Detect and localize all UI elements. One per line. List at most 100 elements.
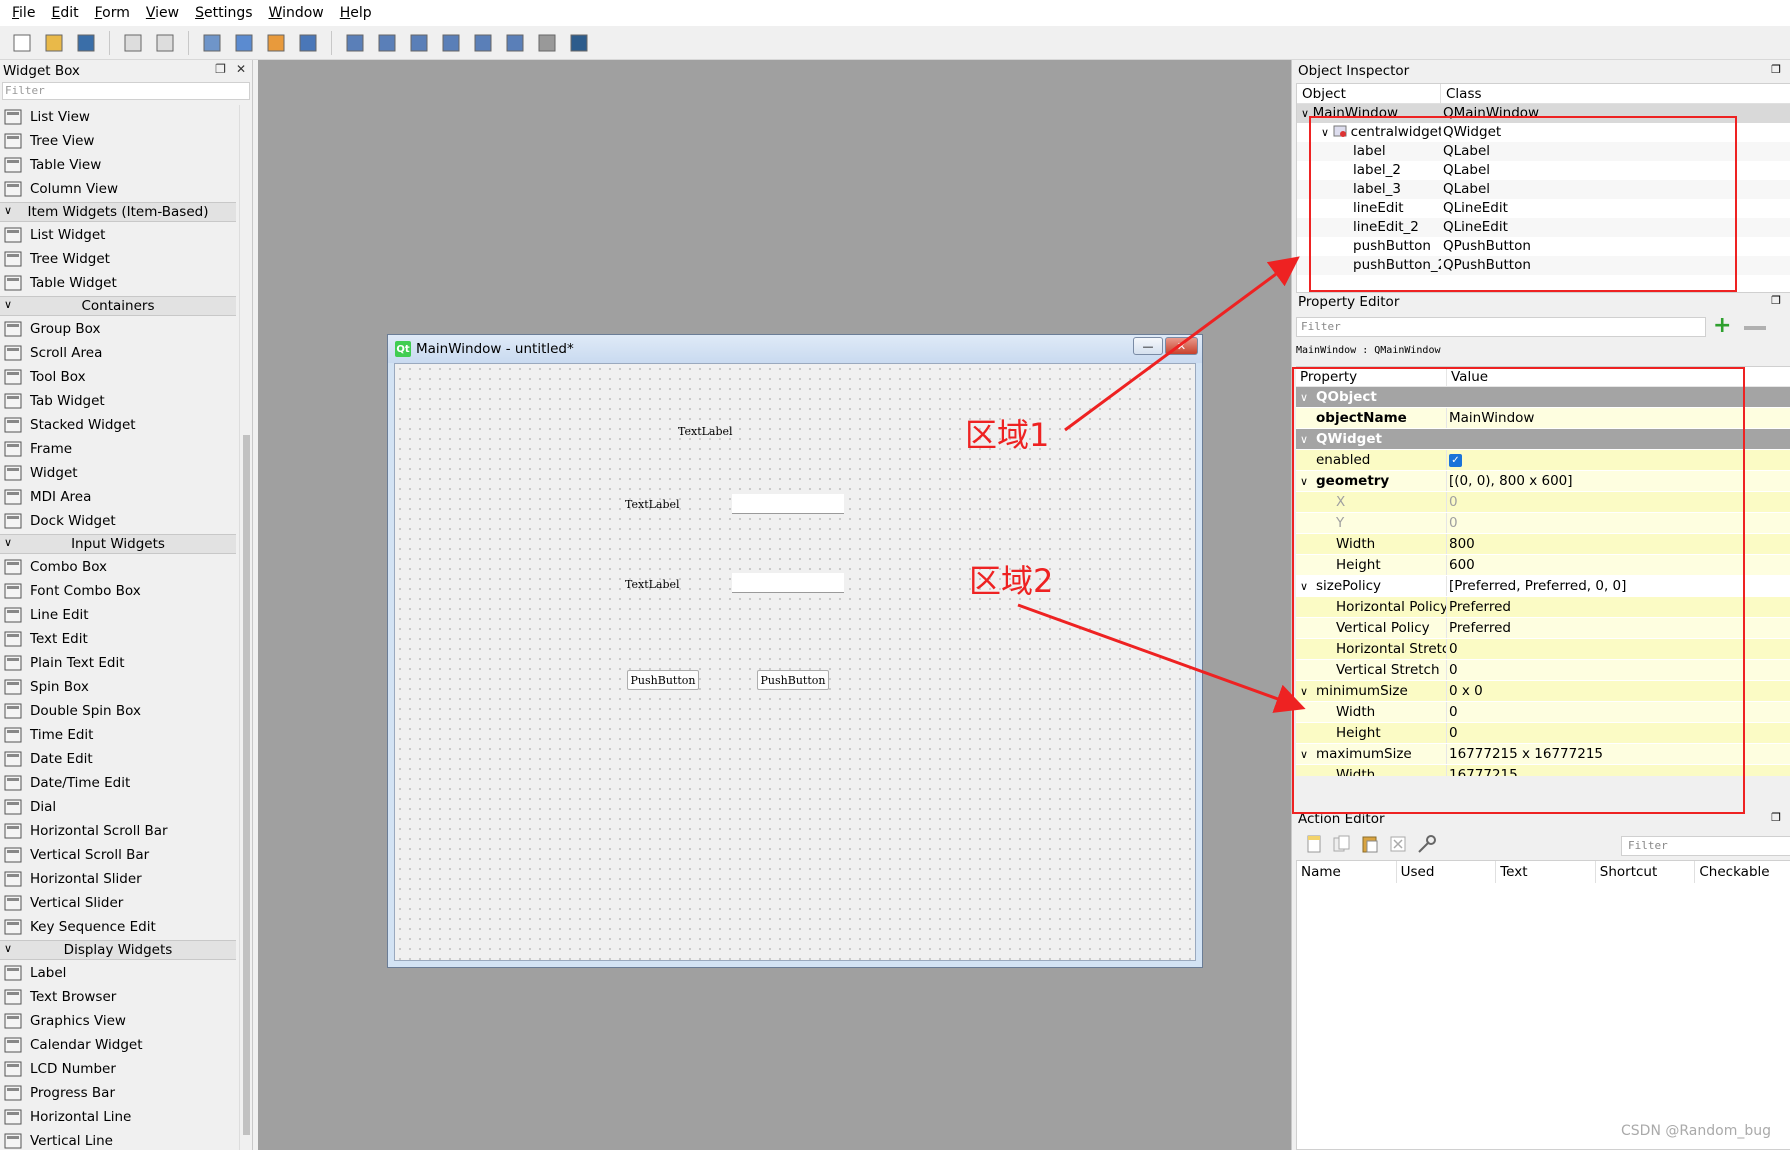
column-header-class[interactable]: Class bbox=[1441, 84, 1482, 103]
widget-box-item[interactable]: LCD Number bbox=[0, 1057, 236, 1081]
scrollbar-thumb[interactable] bbox=[243, 435, 250, 1135]
layout-horizontal-icon[interactable] bbox=[341, 29, 369, 57]
widget-category[interactable]: ∨ Item Widgets (Item-Based) bbox=[0, 202, 236, 222]
widget-box-scrollbar[interactable] bbox=[239, 105, 252, 1150]
widget-box-item[interactable]: Line Edit bbox=[0, 603, 236, 627]
menu-window[interactable]: Window bbox=[261, 0, 332, 26]
form-window[interactable]: Qt MainWindow - untitled* — ✕ TextLabel … bbox=[387, 334, 1203, 968]
widget-box-item[interactable]: Tree Widget bbox=[0, 247, 236, 271]
menu-form[interactable]: Form bbox=[87, 0, 138, 26]
widget-box-item[interactable]: Stacked Widget bbox=[0, 413, 236, 437]
widget-box-item[interactable]: Horizontal Line bbox=[0, 1105, 236, 1129]
form-text-label-1[interactable]: TextLabel bbox=[678, 425, 733, 438]
widget-box-item[interactable]: Date/Time Edit bbox=[0, 771, 236, 795]
widget-box-item[interactable]: Vertical Slider bbox=[0, 891, 236, 915]
edit-widgets-icon[interactable] bbox=[198, 29, 226, 57]
configure-action-icon[interactable] bbox=[1416, 834, 1438, 854]
layout-vertical-icon[interactable] bbox=[373, 29, 401, 57]
widget-box-item[interactable]: Dial bbox=[0, 795, 236, 819]
widget-box-item[interactable]: Horizontal Scroll Bar bbox=[0, 819, 236, 843]
widget-category[interactable]: ∨ Display Widgets bbox=[0, 940, 236, 960]
widget-box-item[interactable]: Group Box bbox=[0, 317, 236, 341]
close-button[interactable]: ✕ bbox=[1165, 337, 1198, 355]
column-header-checkable[interactable]: Checkable bbox=[1695, 861, 1790, 883]
widget-box-item[interactable]: Table View bbox=[0, 153, 236, 177]
minimize-button[interactable]: — bbox=[1133, 337, 1163, 355]
menu-file[interactable]: File bbox=[4, 0, 43, 26]
widget-box-item[interactable]: Time Edit bbox=[0, 723, 236, 747]
form-push-button-2[interactable]: PushButton bbox=[757, 670, 829, 690]
property-filter-input[interactable]: Filter bbox=[1296, 317, 1706, 337]
layout-grid-icon[interactable] bbox=[469, 29, 497, 57]
action-filter-input[interactable]: Filter bbox=[1621, 836, 1790, 856]
edit-signals-icon[interactable] bbox=[230, 29, 258, 57]
edit-buddies-icon[interactable] bbox=[262, 29, 290, 57]
widget-box-item[interactable]: Tool Box bbox=[0, 365, 236, 389]
widget-box-item[interactable]: Column View bbox=[0, 177, 236, 201]
widget-box-item[interactable]: Text Browser bbox=[0, 985, 236, 1009]
save-icon[interactable] bbox=[72, 29, 100, 57]
copy-action-icon[interactable] bbox=[1332, 834, 1352, 854]
column-header-shortcut[interactable]: Shortcut bbox=[1596, 861, 1696, 883]
widget-box-item[interactable]: Date Edit bbox=[0, 747, 236, 771]
widget-box-item[interactable]: Widget bbox=[0, 461, 236, 485]
open-file-icon[interactable] bbox=[40, 29, 68, 57]
menu-help[interactable]: Help bbox=[332, 0, 380, 26]
edit-tab-order-icon[interactable] bbox=[294, 29, 322, 57]
widget-box-item[interactable]: Vertical Scroll Bar bbox=[0, 843, 236, 867]
float-icon[interactable]: ❐ bbox=[1771, 63, 1781, 76]
widget-box-item[interactable]: Tab Widget bbox=[0, 389, 236, 413]
widget-box-item[interactable]: List Widget bbox=[0, 223, 236, 247]
widget-box-item[interactable]: Plain Text Edit bbox=[0, 651, 236, 675]
form-push-button-1[interactable]: PushButton bbox=[627, 670, 699, 690]
close-icon[interactable]: ✕ bbox=[236, 62, 246, 76]
widget-category[interactable]: ∨ Containers bbox=[0, 296, 236, 316]
new-file-icon[interactable] bbox=[8, 29, 36, 57]
widget-box-item[interactable]: Text Edit bbox=[0, 627, 236, 651]
widget-box-item[interactable]: Combo Box bbox=[0, 555, 236, 579]
widget-box-item[interactable]: Font Combo Box bbox=[0, 579, 236, 603]
widget-box-item[interactable]: MDI Area bbox=[0, 485, 236, 509]
remove-dynamic-property-icon[interactable] bbox=[1744, 318, 1766, 330]
delete-action-icon[interactable] bbox=[1388, 834, 1408, 854]
widget-box-item[interactable]: Double Spin Box bbox=[0, 699, 236, 723]
float-icon[interactable]: ❐ bbox=[215, 62, 226, 76]
menu-settings[interactable]: Settings bbox=[187, 0, 260, 26]
layout-form-icon[interactable] bbox=[501, 29, 529, 57]
column-header-text[interactable]: Text bbox=[1496, 861, 1596, 883]
widget-box-item[interactable]: List View bbox=[0, 105, 236, 129]
column-header-name[interactable]: Name bbox=[1297, 861, 1397, 883]
break-layout-icon[interactable] bbox=[533, 29, 561, 57]
adjust-size-icon[interactable] bbox=[565, 29, 593, 57]
form-line-edit-1[interactable] bbox=[732, 494, 844, 514]
float-icon[interactable]: ❐ bbox=[1771, 811, 1781, 824]
column-header-used[interactable]: Used bbox=[1397, 861, 1497, 883]
widget-box-item[interactable]: Tree View bbox=[0, 129, 236, 153]
widget-box-item[interactable]: Key Sequence Edit bbox=[0, 915, 236, 939]
layout-h-splitter-icon[interactable] bbox=[405, 29, 433, 57]
form-window-title-bar[interactable]: Qt MainWindow - untitled* — ✕ bbox=[388, 335, 1202, 363]
widget-box-item[interactable]: Graphics View bbox=[0, 1009, 236, 1033]
menu-view[interactable]: View bbox=[138, 0, 187, 26]
widget-box-filter-input[interactable]: Filter bbox=[2, 82, 250, 100]
paste-action-icon[interactable] bbox=[1360, 834, 1380, 854]
send-back-icon[interactable] bbox=[119, 29, 147, 57]
widget-box-item[interactable]: Progress Bar bbox=[0, 1081, 236, 1105]
widget-box-item[interactable]: Label bbox=[0, 961, 236, 985]
widget-box-item[interactable]: Scroll Area bbox=[0, 341, 236, 365]
bring-front-icon[interactable] bbox=[151, 29, 179, 57]
widget-box-item[interactable]: Dock Widget bbox=[0, 509, 236, 533]
menu-edit[interactable]: Edit bbox=[43, 0, 86, 26]
new-action-icon[interactable] bbox=[1304, 834, 1324, 854]
form-text-label-3[interactable]: TextLabel bbox=[625, 578, 680, 591]
widget-box-item[interactable]: Spin Box bbox=[0, 675, 236, 699]
widget-box-item[interactable]: Frame bbox=[0, 437, 236, 461]
widget-box-item[interactable]: Table Widget bbox=[0, 271, 236, 295]
layout-v-splitter-icon[interactable] bbox=[437, 29, 465, 57]
widget-box-item[interactable]: Horizontal Slider bbox=[0, 867, 236, 891]
column-header-object[interactable]: Object bbox=[1297, 84, 1441, 103]
form-text-label-2[interactable]: TextLabel bbox=[625, 498, 680, 511]
widget-box-item[interactable]: Calendar Widget bbox=[0, 1033, 236, 1057]
widget-category[interactable]: ∨ Input Widgets bbox=[0, 534, 236, 554]
form-canvas[interactable]: TextLabel TextLabel TextLabel PushButton… bbox=[394, 363, 1196, 961]
